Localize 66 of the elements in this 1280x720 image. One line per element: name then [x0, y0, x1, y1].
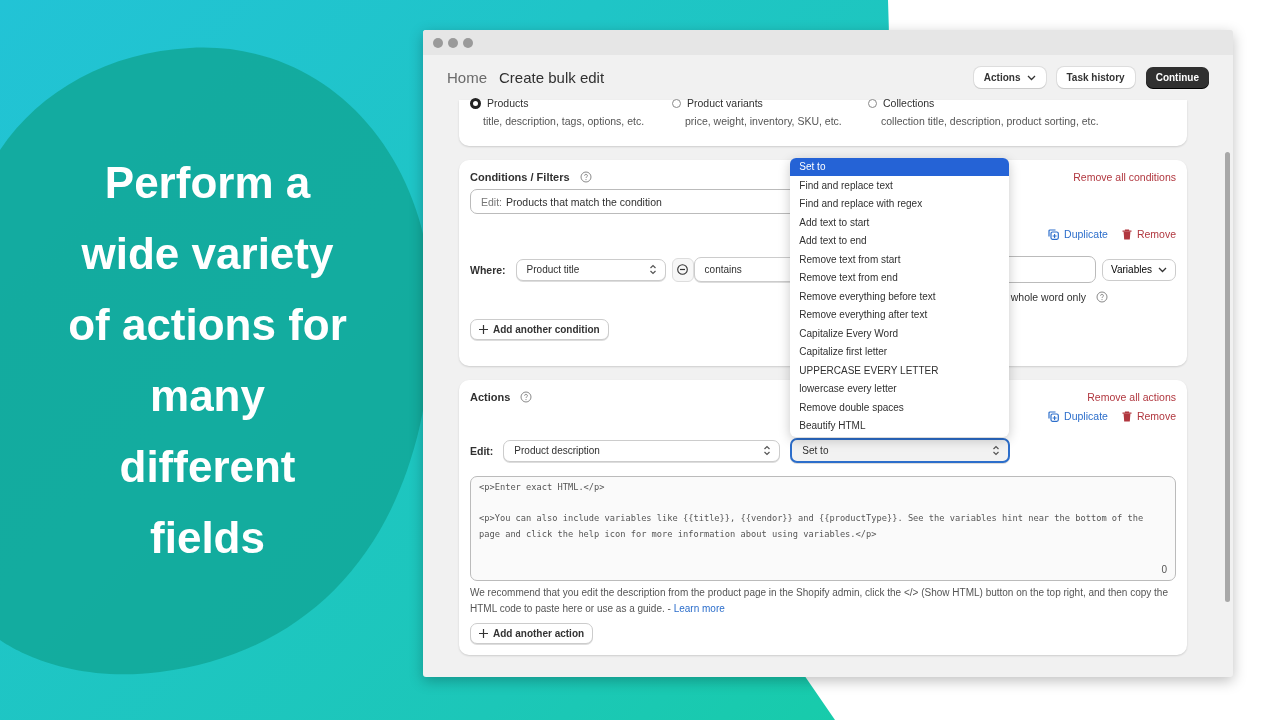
duplicate-button[interactable]: Duplicate [1048, 228, 1108, 240]
section-title: Conditions / Filters [470, 171, 570, 183]
menu-item[interactable]: Add text to start [790, 213, 1010, 232]
option-label[interactable]: Products [487, 97, 529, 109]
window-control-icon[interactable] [448, 37, 458, 48]
breadcrumb-link[interactable]: Home [447, 69, 487, 86]
section-title: Actions [470, 391, 511, 403]
up-down-arrows-icon [763, 445, 772, 456]
add-condition-button[interactable]: Add another condition [470, 319, 609, 340]
minus-circle-icon [677, 264, 689, 275]
whole-word-label[interactable]: whole word only [1010, 291, 1086, 303]
actions-menu-button[interactable]: Actions [973, 67, 1046, 88]
add-action-button[interactable]: Add another action [470, 623, 594, 644]
remove-condition-button[interactable] [671, 257, 694, 282]
plus-icon [479, 629, 488, 638]
menu-item[interactable]: lowercase every letter [790, 379, 1010, 398]
duplicate-icon [1048, 410, 1060, 422]
chevron-down-icon [1158, 266, 1167, 273]
field-select[interactable]: Product title [515, 258, 666, 281]
operation-select[interactable]: Set to [790, 438, 1011, 463]
menu-item[interactable]: UPPERCASE EVERY LETTER [790, 361, 1010, 380]
chevron-down-icon [1026, 74, 1036, 81]
radio-button[interactable] [672, 98, 681, 108]
variables-button[interactable]: Variables [1102, 258, 1176, 281]
learn-more-link[interactable]: Learn more [673, 603, 725, 614]
option-label[interactable]: Collections [883, 97, 935, 109]
continue-button[interactable]: Continue [1145, 67, 1209, 88]
option-hint: price, weight, inventory, SKU, etc. [684, 115, 843, 127]
menu-item[interactable]: Beautify HTML [790, 416, 1010, 435]
remove-all-conditions-link[interactable]: Remove all conditions [1073, 171, 1176, 183]
radio-button[interactable] [470, 97, 481, 109]
remove-button[interactable]: Remove [1121, 228, 1176, 240]
menu-item[interactable]: Capitalize first letter [790, 342, 1010, 361]
where-label: Where: [470, 263, 506, 276]
window-control-icon[interactable] [433, 37, 443, 48]
menu-item[interactable]: Set to [790, 157, 1010, 176]
option-hint: title, description, tags, options, etc. [482, 115, 646, 127]
trash-icon [1121, 228, 1132, 240]
window-control-icon[interactable] [463, 37, 473, 48]
menu-item[interactable]: Remove everything after text [790, 305, 1010, 324]
edit-label: Edit: [470, 444, 494, 457]
menu-item[interactable]: Capitalize Every Word [790, 324, 1010, 343]
radio-button[interactable] [868, 98, 877, 108]
menu-item[interactable]: Remove double spaces [790, 398, 1010, 417]
scrollbar-thumb[interactable] [1225, 152, 1230, 602]
up-down-arrows-icon [992, 445, 1001, 456]
help-text: We recommend that you edit the description from the product page in the Shopify admin, click the </> (Show HTML) button on the top right, and then copy the HTML code to paste here or use as a guide. - Learn more [470, 586, 1169, 616]
headline: Perform a wide variety of actions for many different fields [67, 157, 348, 564]
menu-item[interactable]: Add text to end [790, 231, 1010, 250]
menu-item[interactable]: Remove everything before text [790, 287, 1010, 306]
up-down-arrows-icon [648, 264, 657, 275]
remove-all-actions-link[interactable]: Remove all actions [1087, 391, 1176, 403]
option-label[interactable]: Product variants [687, 97, 763, 109]
help-icon[interactable] [579, 171, 592, 183]
task-history-button[interactable]: Task history [1056, 67, 1135, 88]
trash-icon [1121, 410, 1132, 422]
remove-button[interactable]: Remove [1121, 410, 1176, 422]
field-select[interactable]: Product description [503, 439, 781, 462]
help-icon[interactable] [1096, 291, 1108, 303]
plus-icon [479, 325, 488, 334]
option-hint: collection title, description, product sorting, etc. [880, 115, 1099, 127]
help-icon[interactable] [520, 391, 533, 403]
duplicate-icon [1048, 228, 1060, 240]
page-title: Create bulk edit [499, 69, 606, 86]
character-counter: 0 [1161, 564, 1167, 575]
duplicate-button[interactable]: Duplicate [1048, 410, 1108, 422]
